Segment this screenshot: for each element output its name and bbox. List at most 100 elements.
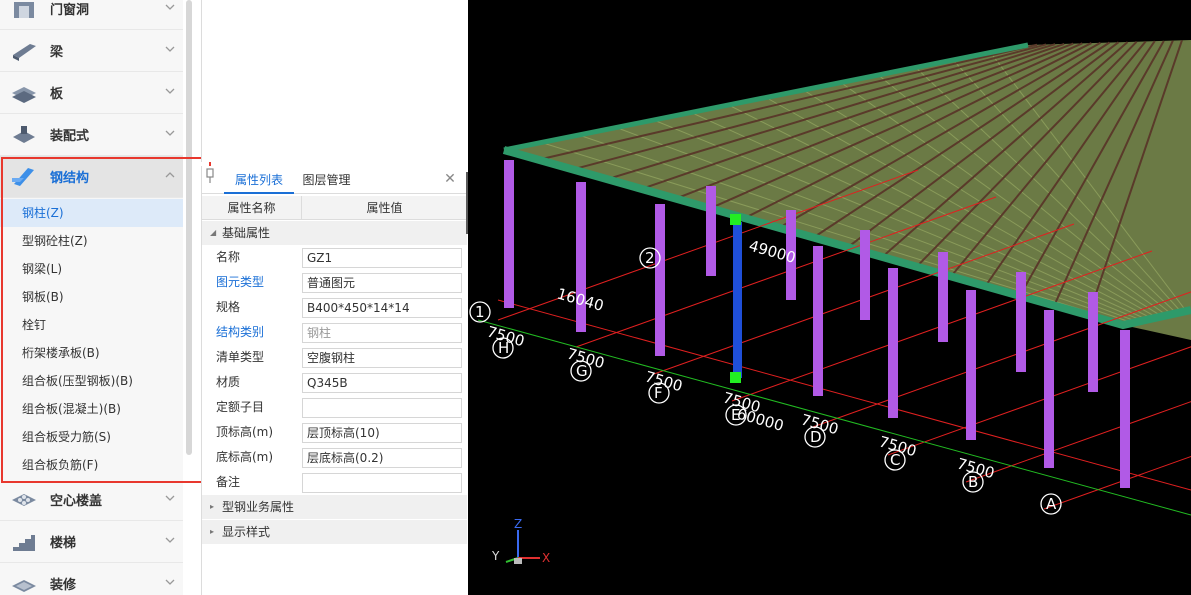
steel-column[interactable] — [655, 204, 665, 356]
property-row: 定额子目 — [202, 395, 467, 420]
dimension-label: 60000 — [735, 405, 786, 435]
beam-icon — [13, 43, 36, 61]
selection-grip-bottom[interactable] — [730, 372, 741, 383]
category-label: 门窗洞 — [50, 3, 90, 18]
sidebar-item-steel-plate[interactable]: 钢板(B) — [0, 283, 183, 311]
property-value-field[interactable]: 钢柱 — [302, 323, 462, 343]
sidebar-item-composite-profiled[interactable]: 组合板(压型钢板)(B) — [0, 367, 183, 395]
category-beam[interactable]: 梁 — [0, 30, 183, 72]
sidebar-scrollbar[interactable] — [186, 0, 192, 455]
steel-column[interactable] — [1016, 272, 1026, 372]
sidebar-item-composite-negative-rebar[interactable]: 组合板负筋(F) — [0, 451, 183, 479]
steel-column[interactable] — [813, 246, 823, 396]
category-label: 钢结构 — [50, 171, 90, 186]
property-name: 底标高(m) — [216, 450, 274, 464]
decoration-icon — [12, 579, 36, 592]
property-name: 清单类型 — [216, 350, 265, 364]
steel-column[interactable] — [888, 268, 898, 418]
chevron-down-icon — [165, 46, 175, 52]
steel-column[interactable] — [1044, 310, 1054, 468]
slab-icon — [12, 86, 36, 103]
prefab-icon — [13, 125, 35, 143]
3d-model-canvas[interactable]: HGFEDCBA12 75007500750075007500750075001… — [468, 0, 1191, 595]
group-label: 基础属性 — [222, 226, 271, 240]
chevron-down-icon — [165, 4, 175, 10]
3d-viewport[interactable]: HGFEDCBA12 7500 7500 7500 7500 7500 7500 7500 1… — [468, 0, 1191, 595]
sidebar-item-steel-concrete-column[interactable]: 型钢砼柱(Z) — [0, 227, 183, 255]
floor-slab — [504, 40, 1191, 340]
caret-down-icon: ◢ — [210, 228, 217, 237]
group-steel-business[interactable]: ▸ 型钢业务属性 — [202, 495, 467, 519]
chevron-down-icon — [165, 495, 175, 501]
category-label: 梁 — [50, 45, 64, 60]
category-slab[interactable]: 板 — [0, 72, 183, 114]
property-name: 图元类型 — [216, 275, 265, 289]
steel-column[interactable] — [504, 160, 514, 308]
property-name: 定额子目 — [216, 400, 265, 414]
sidebar-item-steel-column[interactable]: 钢柱(Z) — [0, 199, 183, 227]
sidebar-item-truss-deck[interactable]: 桁架楼承板(B) — [0, 339, 183, 367]
pin-icon[interactable] — [205, 168, 215, 184]
steel-column[interactable] — [1120, 330, 1130, 488]
steel-column[interactable] — [966, 290, 976, 440]
property-value-field[interactable]: 层底标高(0.2) — [302, 448, 462, 468]
axis-label: 2 — [645, 249, 655, 267]
tab-property-list[interactable]: 属性列表 — [224, 166, 294, 194]
property-value-field[interactable]: B400*450*14*14 — [302, 298, 462, 318]
group-basic-properties[interactable]: ◢ 基础属性 — [202, 221, 467, 245]
close-icon[interactable]: ✕ — [443, 172, 457, 186]
category-label: 空心楼盖 — [50, 494, 103, 509]
steel-column[interactable] — [938, 252, 948, 342]
door-window-icon — [14, 1, 34, 18]
selected-steel-column[interactable] — [733, 222, 742, 378]
hollow-floor-icon — [12, 493, 36, 506]
property-name: 材质 — [216, 375, 241, 389]
sidebar-item-steel-beam[interactable]: 钢梁(L) — [0, 255, 183, 283]
property-name: 顶标高(m) — [216, 425, 274, 439]
axis-label: 1 — [475, 303, 485, 321]
component-sidebar: 门窗洞 梁 板 装配式 钢结构 钢柱(Z) 型钢砼柱(Z) 钢梁(L) 钢板(B… — [0, 0, 192, 595]
caret-right-icon: ▸ — [210, 527, 215, 536]
selection-grip-top[interactable] — [730, 214, 741, 225]
category-hollow-floor[interactable]: 空心楼盖 — [0, 479, 183, 521]
property-row: 底标高(m) 层底标高(0.2) — [202, 445, 467, 470]
sidebar-item-composite-main-rebar[interactable]: 组合板受力筋(S) — [0, 423, 183, 451]
stair-icon — [13, 534, 35, 551]
sidebar-item-stud[interactable]: 栓钉 — [0, 311, 183, 339]
group-label: 型钢业务属性 — [222, 500, 295, 514]
category-steel-structure[interactable]: 钢结构 — [0, 156, 183, 198]
category-decoration[interactable]: 装修 — [0, 563, 183, 595]
sidebar-item-composite-concrete[interactable]: 组合板(混凝土)(B) — [0, 395, 183, 423]
property-value-field[interactable]: 普通图元 — [302, 273, 462, 293]
property-name: 备注 — [216, 475, 241, 489]
category-label: 楼梯 — [50, 536, 77, 551]
category-label: 板 — [50, 87, 64, 102]
property-value-field[interactable] — [302, 398, 462, 418]
property-row: 顶标高(m) 层顶标高(10) — [202, 420, 467, 445]
column-header-value: 属性值 — [366, 201, 403, 215]
property-table-header: 属性名称 属性值 — [202, 196, 467, 220]
property-value-field[interactable]: 层顶标高(10) — [302, 423, 462, 443]
chevron-down-icon — [165, 88, 175, 94]
property-value-field[interactable] — [302, 473, 462, 493]
component-list-panel — [201, 0, 466, 162]
property-value-field[interactable]: Q345B — [302, 373, 462, 393]
steel-column[interactable] — [706, 186, 716, 276]
property-value-field[interactable]: 空腹钢柱 — [302, 348, 462, 368]
steel-structure-icon — [12, 167, 34, 186]
tab-layer-management[interactable]: 图层管理 — [294, 166, 359, 194]
steel-column[interactable] — [860, 230, 870, 320]
category-prefab[interactable]: 装配式 — [0, 114, 183, 156]
property-value-field[interactable]: GZ1 — [302, 248, 462, 268]
steel-column[interactable] — [1088, 292, 1098, 392]
property-row: 清单类型 空腹钢柱 — [202, 345, 467, 370]
chevron-down-icon — [165, 130, 175, 136]
category-door-window[interactable]: 门窗洞 — [0, 0, 183, 30]
group-display-style[interactable]: ▸ 显示样式 — [202, 520, 467, 544]
category-label: 装配式 — [50, 129, 90, 144]
axis-label: A — [1046, 495, 1057, 513]
property-name: 结构类别 — [216, 325, 265, 339]
property-row: 名称 GZ1 — [202, 245, 467, 270]
category-stair[interactable]: 楼梯 — [0, 521, 183, 563]
property-panel: 属性列表 图层管理 ✕ 属性名称 属性值 ◢ 基础属性 名称 GZ1 图元类型 普通图… — [201, 166, 467, 595]
